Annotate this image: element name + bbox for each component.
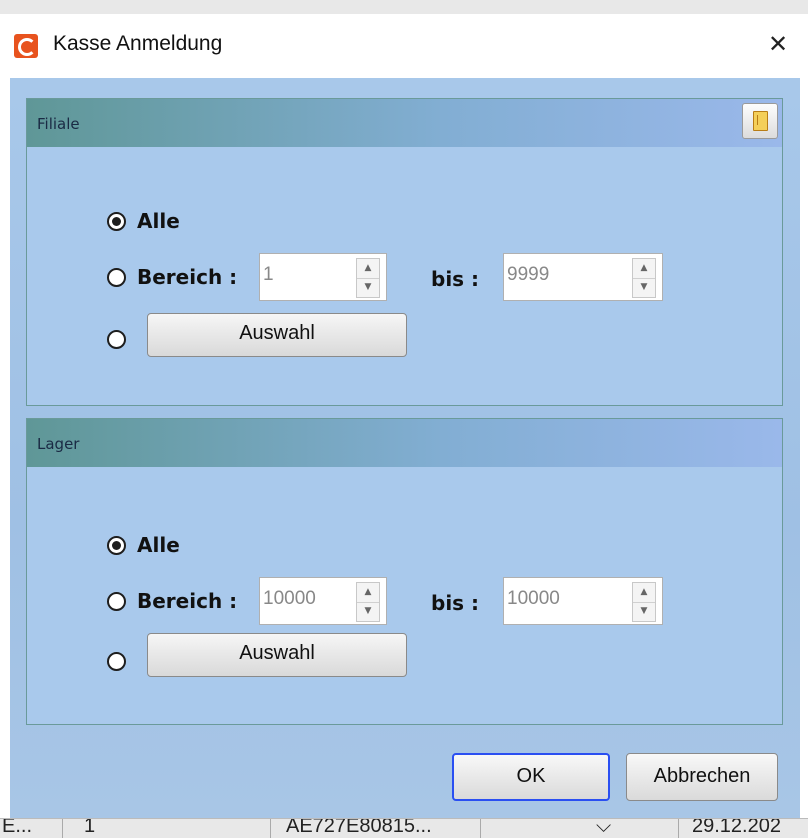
filiale-auswahl-option[interactable] <box>107 327 137 357</box>
filiale-group-header: Filiale <box>27 99 782 147</box>
filiale-auswahl-radio[interactable] <box>107 330 126 349</box>
lager-bereich-label: Bereich : <box>137 589 238 613</box>
spin-up-icon[interactable]: ▲ <box>357 259 379 279</box>
background-window-top <box>0 0 808 15</box>
book-button[interactable] <box>742 103 778 139</box>
filiale-auswahl-button[interactable]: Auswahl <box>147 313 407 357</box>
lager-bereich-radio[interactable] <box>107 592 126 611</box>
lager-from-spin-buttons: ▲ ▼ <box>356 582 380 622</box>
lager-auswahl-option[interactable] <box>107 649 137 679</box>
spin-up-icon[interactable]: ▲ <box>633 259 655 279</box>
spin-down-icon[interactable]: ▼ <box>633 278 655 297</box>
lager-from-value[interactable]: 10000 <box>263 588 316 610</box>
spin-down-icon[interactable]: ▼ <box>633 602 655 621</box>
book-icon <box>753 111 768 131</box>
background-window-bottom: E... 1 AE727E80815... ⌵ 29.12.202 <box>0 818 808 838</box>
background-cell: 29.12.202 <box>692 818 781 837</box>
filiale-to-stepper[interactable]: 9999 ▲ ▼ <box>503 253 663 301</box>
title-bar: Kasse Anmeldung ✕ <box>0 14 808 78</box>
filiale-bis-label: bis : <box>431 267 480 291</box>
filiale-to-spin-buttons: ▲ ▼ <box>632 258 656 298</box>
lager-group-title: Lager <box>37 435 80 453</box>
lager-auswahl-radio[interactable] <box>107 652 126 671</box>
filiale-from-stepper[interactable]: 1 ▲ ▼ <box>259 253 387 301</box>
filiale-to-value[interactable]: 9999 <box>507 264 549 286</box>
filiale-from-value[interactable]: 1 <box>263 264 274 286</box>
lager-group-header: Lager <box>27 419 782 467</box>
background-cell: E... <box>2 818 33 837</box>
dialog-body: Filiale Alle Bereich : 1 ▲ ▼ bis : 9999 … <box>10 78 800 818</box>
filiale-bereich-option[interactable]: Bereich : <box>107 265 267 295</box>
lager-to-spin-buttons: ▲ ▼ <box>632 582 656 622</box>
filiale-bereich-radio[interactable] <box>107 268 126 287</box>
lager-bis-label: bis : <box>431 591 480 615</box>
spin-down-icon[interactable]: ▼ <box>357 602 379 621</box>
cancel-button[interactable]: Abbrechen <box>626 753 778 801</box>
lager-bereich-option[interactable]: Bereich : <box>107 589 267 619</box>
spin-up-icon[interactable]: ▲ <box>357 583 379 603</box>
lager-to-value[interactable]: 10000 <box>507 588 560 610</box>
lager-to-stepper[interactable]: 10000 ▲ ▼ <box>503 577 663 625</box>
background-cell: 1 <box>84 818 96 837</box>
lager-from-stepper[interactable]: 10000 ▲ ▼ <box>259 577 387 625</box>
filiale-from-spin-buttons: ▲ ▼ <box>356 258 380 298</box>
filiale-alle-radio[interactable] <box>107 212 126 231</box>
filiale-bereich-label: Bereich : <box>137 265 238 289</box>
background-cell: ⌵ <box>596 818 612 837</box>
app-logo-icon <box>14 34 38 58</box>
ok-button[interactable]: OK <box>452 753 610 801</box>
lager-alle-radio[interactable] <box>107 536 126 555</box>
spin-down-icon[interactable]: ▼ <box>357 278 379 297</box>
filiale-group: Filiale Alle Bereich : 1 ▲ ▼ bis : 9999 … <box>26 98 783 406</box>
spin-up-icon[interactable]: ▲ <box>633 583 655 603</box>
filiale-alle-label: Alle <box>137 209 180 233</box>
lager-alle-label: Alle <box>137 533 180 557</box>
window-title: Kasse Anmeldung <box>53 32 223 55</box>
lager-group: Lager Alle Bereich : 10000 ▲ ▼ bis : 100… <box>26 418 783 725</box>
background-cell: AE727E80815... <box>286 818 432 837</box>
lager-auswahl-button[interactable]: Auswahl <box>147 633 407 677</box>
filiale-group-title: Filiale <box>37 115 80 133</box>
close-button[interactable]: ✕ <box>758 24 798 64</box>
